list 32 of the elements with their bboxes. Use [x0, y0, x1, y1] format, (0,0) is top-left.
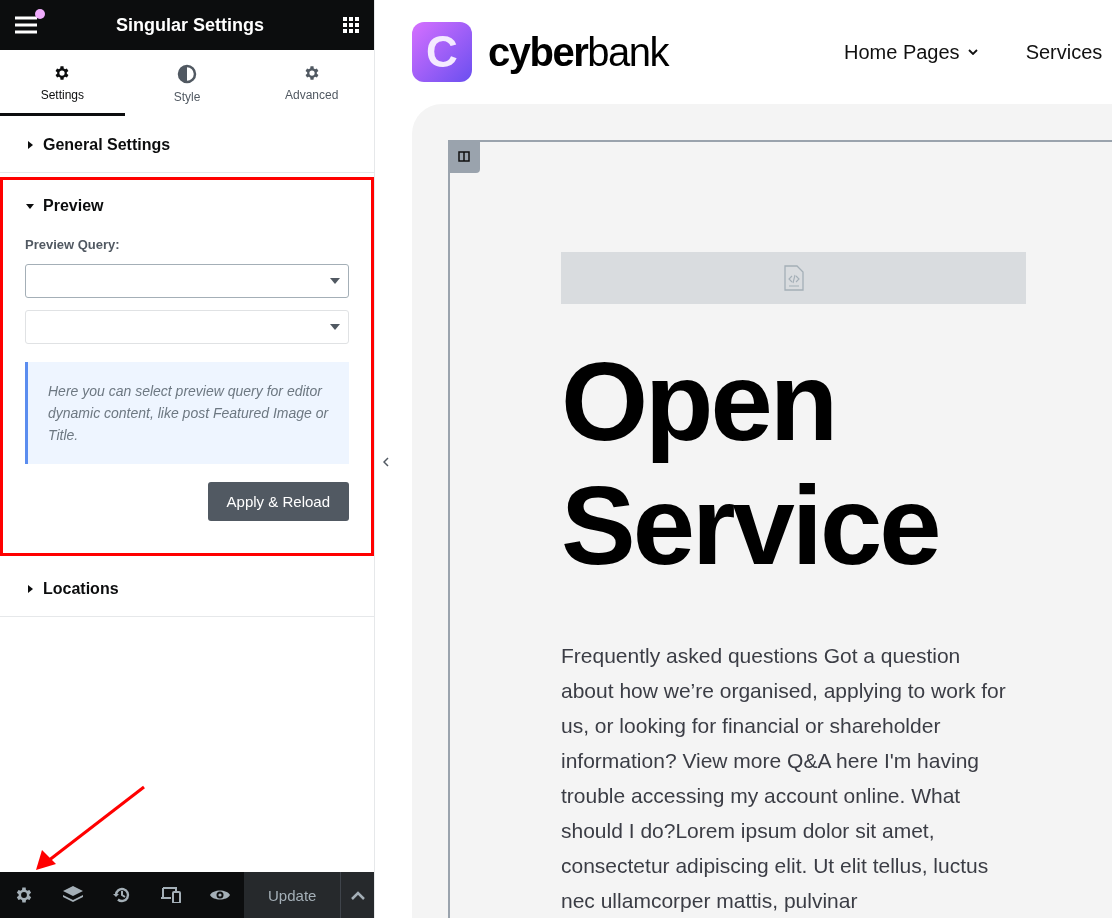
caret-icon — [25, 140, 35, 150]
body-paragraph: Frequently asked questions Got a question about how we’re organised, applying to work for us, or looking for financial or shareholder information? View more Q&A here I'm having trouble accessing my account online. What should I do?Lorem ipsum dolor sit amet, consectetur adipiscing elit. Ut elit tellus, luctus nec ullamcorper mattis, pulvinar — [561, 643, 1007, 914]
chevron-up-icon — [350, 890, 365, 900]
hero-heading: Open Service — [561, 340, 940, 588]
section-header[interactable]: Preview — [0, 177, 374, 233]
devices-icon — [161, 887, 182, 903]
field-label: Preview Query: — [25, 237, 121, 252]
contrast-icon — [177, 64, 197, 84]
caret-icon — [25, 584, 35, 594]
nav-link[interactable]: Services — [1025, 40, 1103, 64]
eye-icon — [209, 888, 230, 902]
menu-icon[interactable] — [15, 16, 37, 34]
section-header[interactable]: General Settings — [0, 116, 374, 172]
caret-icon — [25, 201, 35, 211]
chevron-left-icon — [383, 457, 389, 467]
history-icon — [113, 886, 132, 904]
section-handle[interactable] — [448, 140, 480, 173]
dropdown-caret-icon — [330, 324, 340, 330]
expand-button[interactable] — [340, 872, 374, 918]
apply-reload-button[interactable]: Apply & Reload — [207, 482, 349, 521]
columns-icon — [458, 151, 470, 162]
dropdown-caret-icon — [330, 278, 340, 284]
apps-grid-icon[interactable] — [343, 17, 359, 33]
panel-title: Singular Settings — [116, 14, 264, 36]
logo-mark: C — [412, 22, 472, 82]
layers-icon — [63, 886, 84, 904]
update-button[interactable]: Update — [244, 872, 341, 918]
brand-name: cyberbank — [488, 29, 668, 75]
nav-link[interactable]: Home Pages — [844, 40, 978, 64]
info-note: Here you can select preview query for editor dynamic content, like post Featured Image or Title. — [25, 362, 349, 464]
code-file-icon — [783, 265, 804, 291]
section-header[interactable]: Locations — [0, 560, 374, 616]
